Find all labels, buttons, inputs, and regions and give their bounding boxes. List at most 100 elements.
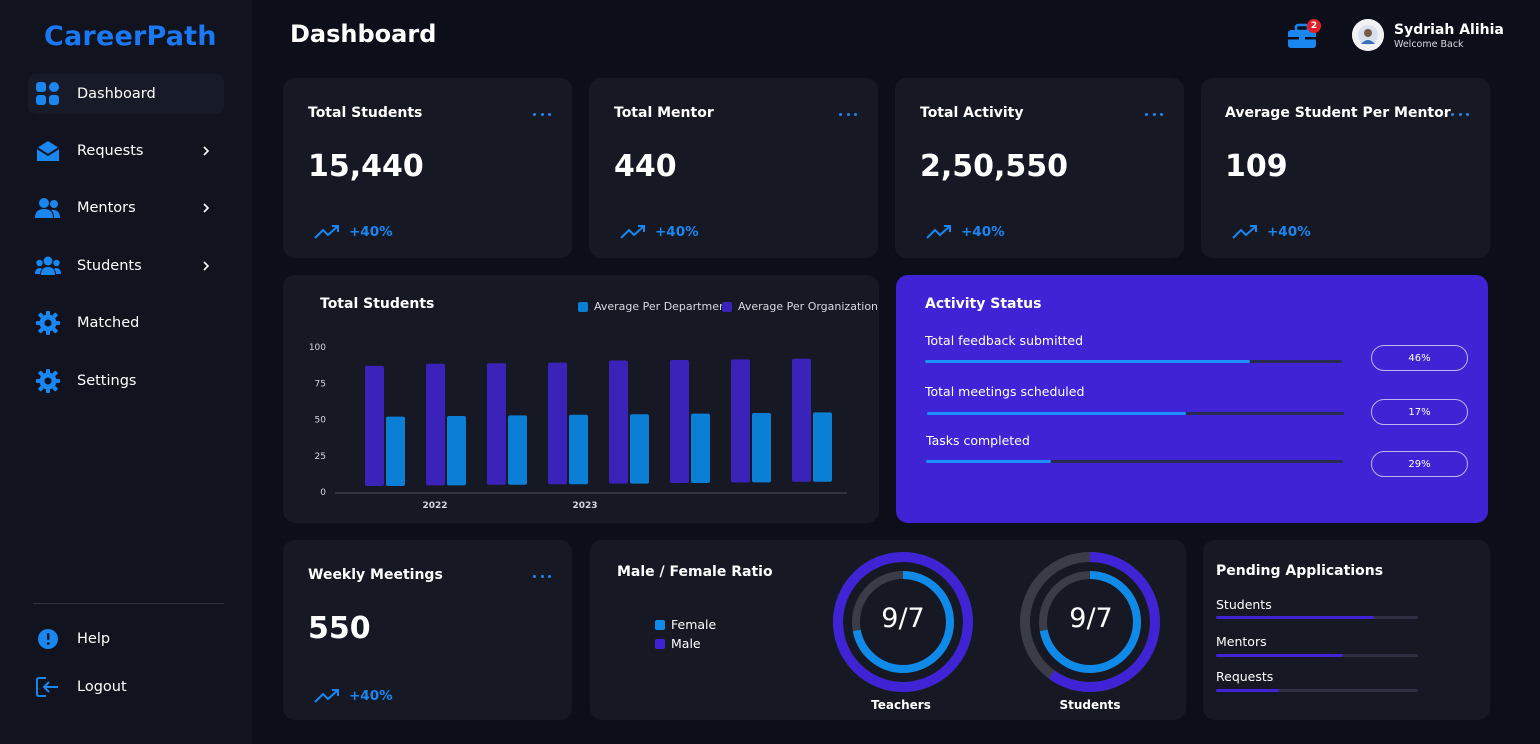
activity-progress-fill xyxy=(927,412,1186,415)
sidebar-item-requests[interactable]: Requests xyxy=(28,131,224,171)
trend-up-icon xyxy=(1232,225,1257,239)
more-options-icon[interactable] xyxy=(533,111,551,117)
group-icon xyxy=(35,253,61,279)
gear-icon xyxy=(35,310,61,336)
bar-department xyxy=(813,412,832,482)
pending-progress-track xyxy=(1216,689,1418,692)
legend-item: Female xyxy=(655,617,716,632)
sidebar-item-logout[interactable]: Logout xyxy=(28,667,224,707)
pending-label: Mentors xyxy=(1216,634,1267,649)
more-options-icon[interactable] xyxy=(1145,111,1163,117)
pending-progress-track xyxy=(1216,654,1418,657)
bar-organization xyxy=(487,363,506,485)
notification-button[interactable]: 2 xyxy=(1287,19,1321,52)
y-tick-label: 25 xyxy=(315,452,326,462)
user-subtitle: Welcome Back xyxy=(1394,39,1464,50)
sidebar-item-settings[interactable]: Settings xyxy=(28,361,224,401)
trend-indicator: +40% xyxy=(314,224,393,240)
bar-organization xyxy=(609,360,628,484)
sidebar-divider xyxy=(33,603,224,604)
trend-indicator: +40% xyxy=(314,688,393,704)
sidebar-item-help[interactable]: Help xyxy=(28,619,224,659)
trend-indicator: +40% xyxy=(926,224,1005,240)
y-tick-label: 100 xyxy=(309,343,326,353)
stat-value: 15,440 xyxy=(308,149,424,184)
app-logo[interactable]: CareerPath xyxy=(44,21,217,52)
trend-label: +40% xyxy=(349,688,393,704)
sidebar-item-label: Students xyxy=(77,258,142,274)
card-title: Average Student Per Mentor xyxy=(1225,105,1451,121)
page-title: Dashboard xyxy=(290,20,437,48)
activity-progress-fill xyxy=(926,460,1052,463)
pending-progress-fill xyxy=(1216,654,1344,657)
card-title: Male / Female Ratio xyxy=(617,564,773,580)
bar-chart: 100 75 50 25 0 2022 2023 xyxy=(309,343,847,511)
notification-badge: 2 xyxy=(1307,19,1321,33)
info-icon xyxy=(35,626,61,652)
sidebar-item-mentors[interactable]: Mentors xyxy=(28,188,224,228)
trend-indicator: +40% xyxy=(1232,224,1311,240)
weekly-meetings-card: Weekly Meetings 550 +40% xyxy=(283,540,572,720)
bar-organization xyxy=(731,359,750,483)
logout-icon xyxy=(35,674,61,700)
gear-icon xyxy=(35,368,61,394)
sidebar-item-matched[interactable]: Matched xyxy=(28,303,224,343)
total-students-chart-card: Total Students Average Per Department Av… xyxy=(283,275,879,523)
sidebar-item-label: Matched xyxy=(77,315,140,331)
more-options-icon[interactable] xyxy=(1451,111,1469,117)
chevron-right-icon xyxy=(203,261,210,271)
users-icon xyxy=(35,195,61,221)
more-options-icon[interactable] xyxy=(533,573,551,579)
chevron-right-icon xyxy=(203,203,210,213)
pending-progress-fill xyxy=(1216,689,1279,692)
card-title: Total Students xyxy=(308,105,423,121)
trend-label: +40% xyxy=(961,224,1005,240)
card-title: Total Activity xyxy=(920,105,1024,121)
activity-progress-fill xyxy=(925,360,1251,363)
card-title: Weekly Meetings xyxy=(308,567,443,583)
bar-department xyxy=(630,414,649,484)
stat-card-total-mentor: Total Mentor 440 +40% xyxy=(589,78,878,258)
mail-icon xyxy=(35,138,61,164)
bar-department xyxy=(569,414,588,485)
ring-label: Teachers xyxy=(871,698,931,712)
x-tick-label: 2023 xyxy=(572,501,597,511)
ring-value: 9/7 xyxy=(1069,603,1113,634)
trend-up-icon xyxy=(314,225,339,239)
sidebar-item-students[interactable]: Students xyxy=(28,246,224,286)
bar-department xyxy=(691,413,710,483)
sidebar-item-label: Dashboard xyxy=(77,86,156,102)
stat-value: 2,50,550 xyxy=(920,149,1069,184)
stat-card-total-students: Total Students 15,440 +40% xyxy=(283,78,572,258)
pending-label: Requests xyxy=(1216,669,1274,684)
activity-label: Tasks completed xyxy=(926,433,1030,448)
activity-label: Total meetings scheduled xyxy=(925,384,1085,399)
bar-organization xyxy=(792,358,811,482)
grid-icon xyxy=(35,81,61,107)
trend-label: +40% xyxy=(349,224,393,240)
card-title: Pending Applications xyxy=(1216,563,1384,579)
trend-up-icon xyxy=(620,225,645,239)
more-options-icon[interactable] xyxy=(839,111,857,117)
y-tick-label: 50 xyxy=(315,416,327,426)
avatar[interactable] xyxy=(1352,19,1384,51)
trend-label: +40% xyxy=(655,224,699,240)
chevron-right-icon xyxy=(203,146,210,156)
stat-value: 109 xyxy=(1225,149,1288,184)
card-title: Total Mentor xyxy=(614,105,714,121)
pending-label: Students xyxy=(1216,597,1272,612)
stat-card-total-activity: Total Activity 2,50,550 +40% xyxy=(895,78,1184,258)
activity-percent-pill: 46% xyxy=(1371,345,1468,371)
bar-department xyxy=(386,416,405,486)
y-tick-label: 75 xyxy=(315,379,326,389)
ring-label: Students xyxy=(1059,698,1121,712)
bar-department xyxy=(508,415,527,485)
trend-up-icon xyxy=(314,689,339,703)
bar-department xyxy=(447,416,466,486)
trend-up-icon xyxy=(926,225,951,239)
sidebar: CareerPath Dashboard Requests Mentors St… xyxy=(0,0,252,744)
sidebar-item-dashboard[interactable]: Dashboard xyxy=(28,74,224,114)
user-name: Sydriah Alihia xyxy=(1394,22,1504,38)
gender-ratio-card: Male / Female Ratio Female Male 9/7 Teac… xyxy=(590,540,1186,720)
card-title: Activity Status xyxy=(925,296,1042,312)
